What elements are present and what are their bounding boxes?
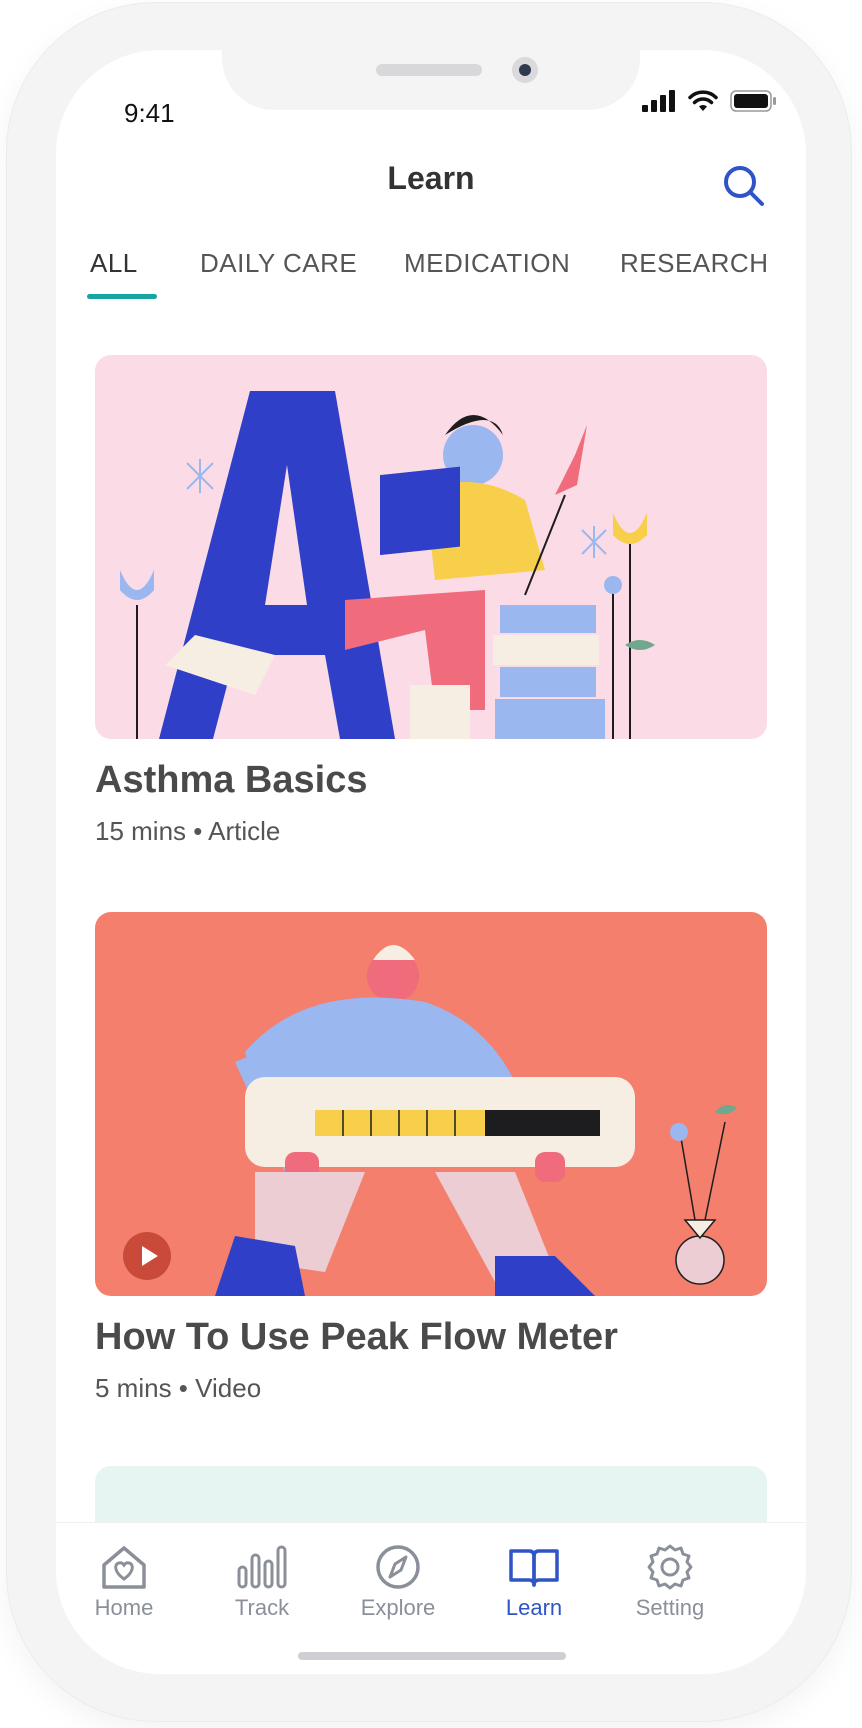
content-card-asthma-basics[interactable]: Asthma Basics 15 mins • Article <box>95 355 767 847</box>
signal-icon <box>642 90 675 112</box>
battery-icon <box>730 90 776 112</box>
nav-learn-label: Learn <box>505 1595 563 1620</box>
status-time: 9:41 <box>124 98 175 128</box>
nav-track[interactable]: Track <box>202 1543 322 1621</box>
wifi-icon <box>688 90 718 111</box>
home-indicator[interactable] <box>298 1652 566 1660</box>
tab-daily-care[interactable]: DAILY CARE <box>200 248 357 279</box>
active-tab-indicator <box>87 294 157 299</box>
nav-setting[interactable]: Setting <box>610 1543 730 1621</box>
nav-explore-label: Explore <box>360 1595 436 1620</box>
nav-setting-label: Setting <box>635 1595 705 1620</box>
tab-research[interactable]: RESEARCH <box>620 248 768 279</box>
nav-track-label: Track <box>234 1595 290 1620</box>
nav-home-label: Home <box>94 1595 154 1620</box>
compass-icon <box>376 1545 420 1589</box>
page-title: Learn <box>387 160 475 196</box>
nav-home[interactable]: Home <box>64 1543 184 1621</box>
card-title: How To Use Peak Flow Meter <box>95 1316 618 1358</box>
card-meta: 5 mins • Video <box>95 1373 262 1403</box>
bar-chart-icon <box>237 1545 287 1589</box>
card-illustration <box>95 912 767 1296</box>
nav-explore[interactable]: Explore <box>338 1543 458 1621</box>
gear-icon <box>647 1544 693 1590</box>
category-tabs: ALL DAILY CARE MEDICATION RESEARCH <box>56 248 806 320</box>
card-meta: 15 mins • Article <box>95 816 281 846</box>
search-button[interactable] <box>720 162 768 210</box>
tab-all[interactable]: ALL <box>90 248 138 279</box>
play-icon[interactable] <box>123 1232 171 1280</box>
reading-person-illustration <box>120 391 655 739</box>
book-open-icon <box>509 1549 559 1587</box>
card-illustration <box>95 355 767 739</box>
front-camera <box>512 57 538 83</box>
home-heart-icon <box>102 1546 146 1589</box>
card-title: Asthma Basics <box>95 759 368 801</box>
peak-flow-meter-illustration <box>215 945 737 1296</box>
nav-learn[interactable]: Learn <box>474 1543 594 1621</box>
app-screen: 9:41 Learn ALL DAILY CARE MEDICATION RES… <box>56 50 806 1674</box>
search-icon <box>724 166 764 206</box>
status-icons <box>642 90 778 112</box>
speaker-grille <box>376 64 482 76</box>
tab-medication[interactable]: MEDICATION <box>404 248 570 279</box>
device-notch <box>222 50 640 110</box>
content-card-peak-flow[interactable]: How To Use Peak Flow Meter 5 mins • Vide… <box>95 912 767 1404</box>
